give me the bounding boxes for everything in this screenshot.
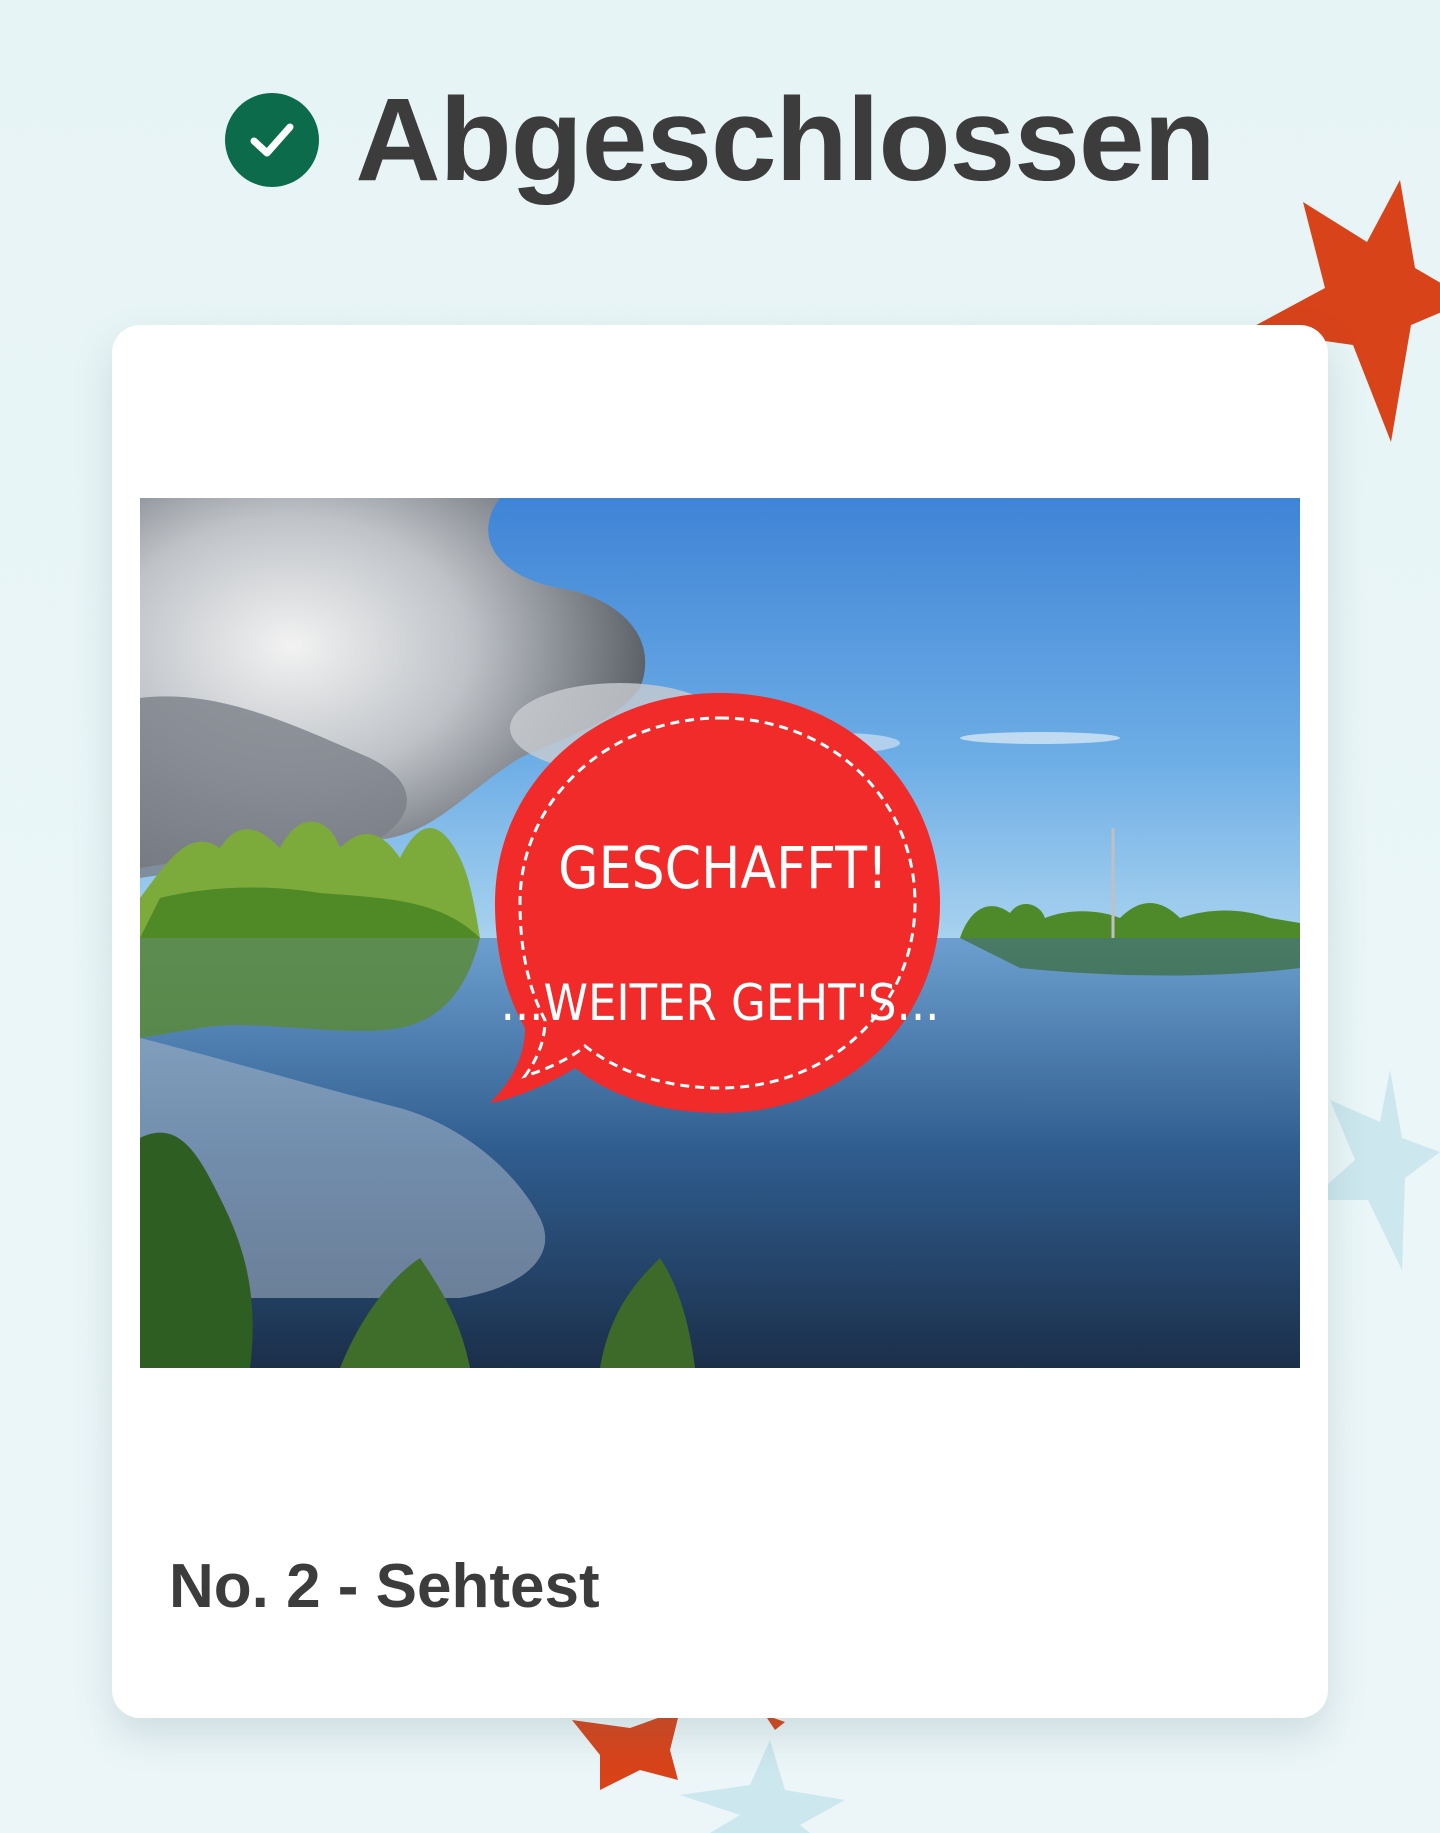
lesson-card[interactable]: GESCHAFFT! ...WEITER GEHT'S... No. 2 - S…: [112, 325, 1328, 1718]
lake-landscape-image: GESCHAFFT! ...WEITER GEHT'S...: [140, 498, 1300, 1368]
check-circle-icon: [225, 93, 320, 187]
bubble-line-2: ...WEITER GEHT'S...: [501, 974, 940, 1032]
card-title: No. 2 - Sehtest: [169, 1552, 600, 1621]
bubble-line-1: GESCHAFFT!: [558, 834, 888, 902]
completion-header: Abgeschlossen: [0, 70, 1440, 210]
star-blue-icon: [1310, 1070, 1440, 1270]
page-title: Abgeschlossen: [355, 74, 1215, 206]
star-blue-bottom-icon: [680, 1740, 845, 1833]
